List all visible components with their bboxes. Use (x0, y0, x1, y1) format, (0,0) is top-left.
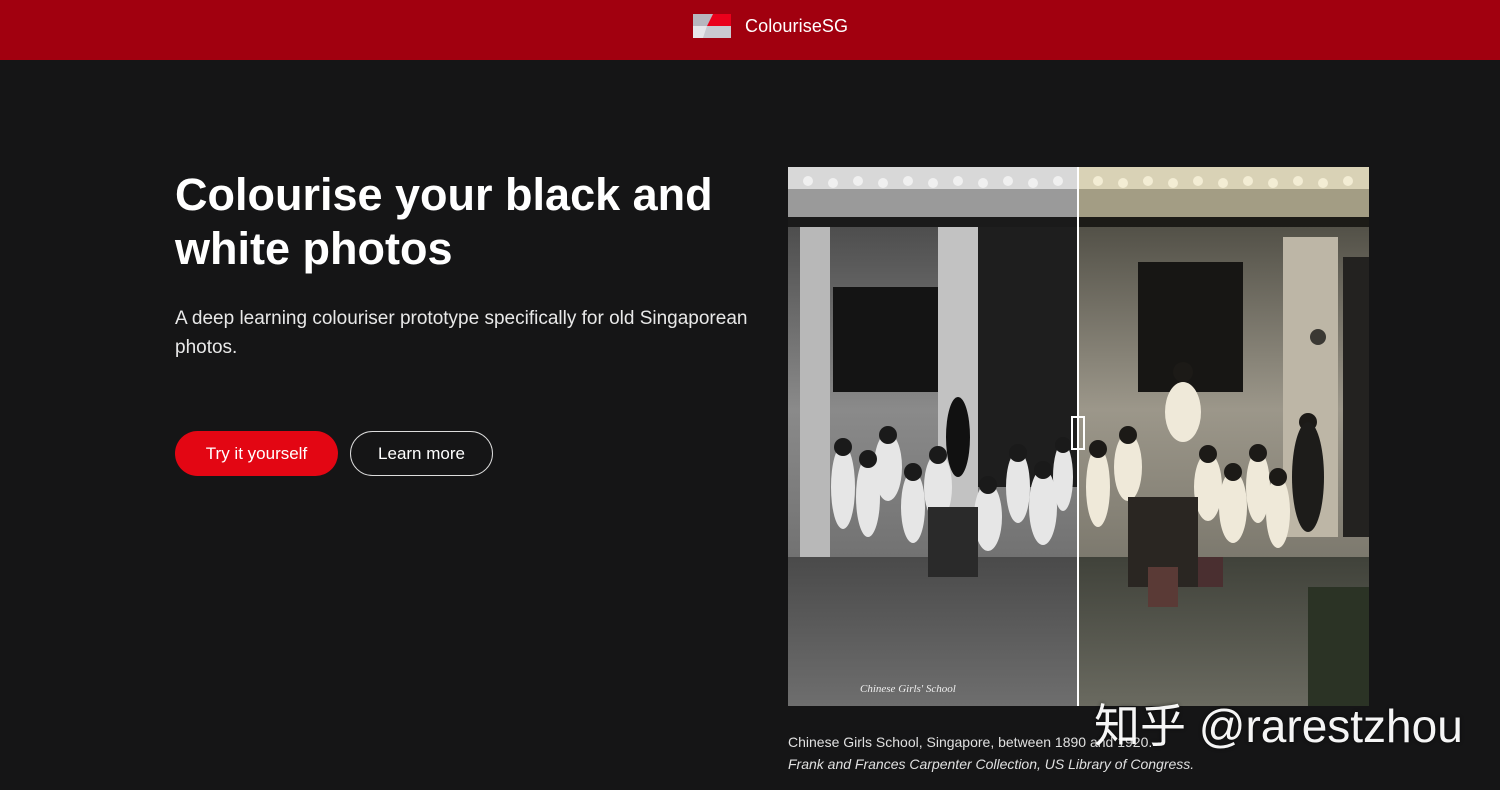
page: ColouriseSG Colourise your black and whi… (0, 0, 1500, 790)
colourised-half (1078, 167, 1369, 706)
learn-more-button[interactable]: Learn more (350, 431, 493, 476)
comparison-photo: Chinese Girls' School (788, 167, 1369, 706)
before-after-comparison[interactable]: Chinese Girls' School (788, 167, 1369, 706)
photo-inscription: Chinese Girls' School (860, 683, 956, 695)
hero-title: Colourise your black and white photos (175, 169, 713, 274)
black-and-white-half: Chinese Girls' School (788, 167, 1078, 706)
brand-name: ColouriseSG (745, 15, 849, 36)
brand-link[interactable]: ColouriseSG (693, 14, 848, 38)
top-nav-bar: ColouriseSG (0, 0, 1500, 60)
try-it-yourself-button[interactable]: Try it yourself (175, 431, 338, 476)
zhihu-watermark: 知乎 @rarestzhou (1094, 700, 1463, 752)
caption-credit: Frank and Frances Carpenter Collection, … (788, 756, 1195, 772)
flag-logo-icon (693, 14, 731, 38)
hero-subtitle: A deep learning colouriser prototype spe… (175, 308, 748, 358)
